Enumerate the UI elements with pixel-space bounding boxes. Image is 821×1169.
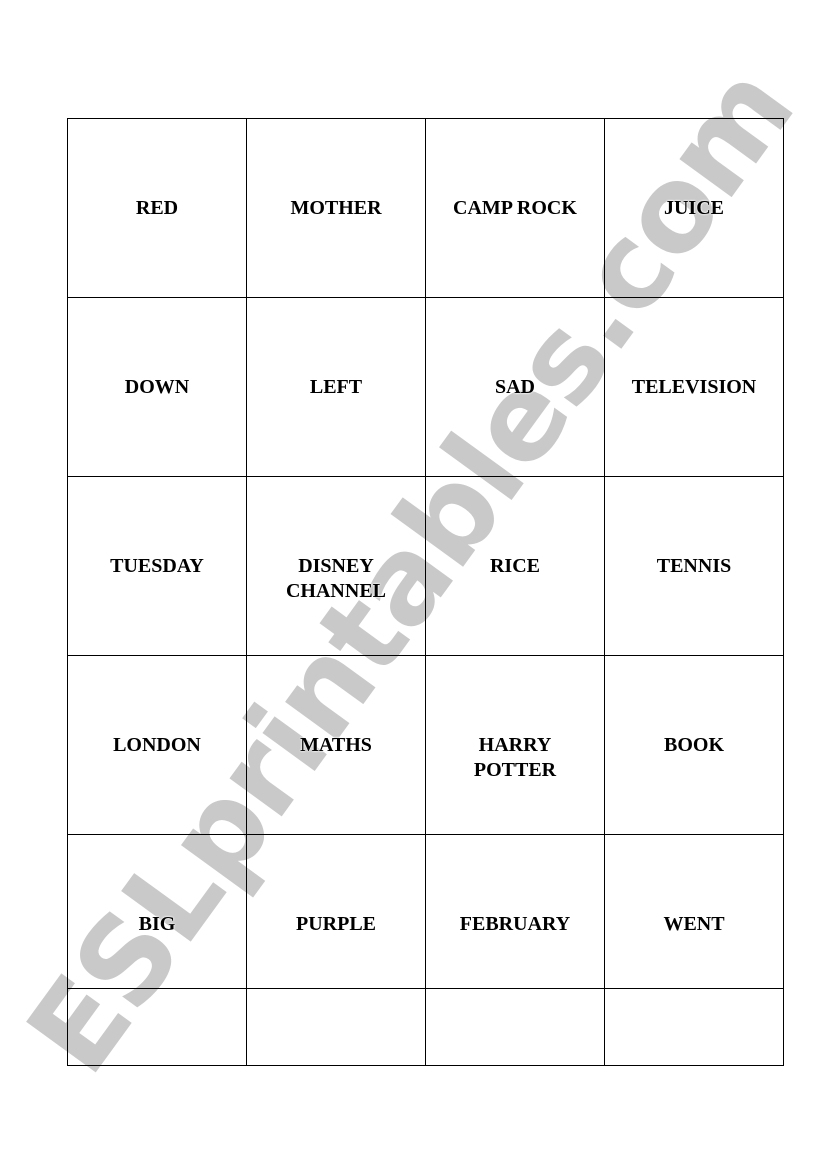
card-word: SAD [494, 376, 535, 398]
grid-row: TUESDAY DISNEY CHANNEL RICE TENNIS [67, 476, 784, 656]
word-card: MATHS [246, 655, 426, 835]
card-word: RICE [489, 555, 540, 577]
word-card: LONDON [67, 655, 247, 835]
card-word: WENT [663, 913, 725, 935]
word-card: RICE [425, 476, 605, 656]
word-card: FEBRUARY [425, 834, 605, 989]
word-card: BIG [67, 834, 247, 989]
word-card: MOTHER [246, 118, 426, 298]
empty-card [67, 988, 247, 1066]
empty-card [246, 988, 426, 1066]
word-card: RED [67, 118, 247, 298]
empty-card [425, 988, 605, 1066]
word-card: WENT [604, 834, 784, 989]
card-word: MOTHER [290, 197, 382, 219]
card-word: LEFT [309, 376, 363, 398]
word-card: TUESDAY [67, 476, 247, 656]
word-card: TELEVISION [604, 297, 784, 477]
card-word: DISNEY CHANNEL [285, 555, 386, 602]
word-card: JUICE [604, 118, 784, 298]
word-card: TENNIS [604, 476, 784, 656]
card-word: BIG [138, 913, 176, 935]
word-card: DISNEY CHANNEL [246, 476, 426, 656]
card-word: BOOK [663, 734, 724, 756]
empty-card [604, 988, 784, 1066]
word-card: SAD [425, 297, 605, 477]
grid-row: LONDON MATHS HARRY POTTER BOOK [67, 655, 784, 835]
word-card: PURPLE [246, 834, 426, 989]
word-card: CAMP ROCK [425, 118, 605, 298]
card-word: MATHS [300, 734, 372, 756]
grid-row: BIG PURPLE FEBRUARY WENT [67, 834, 784, 989]
card-word: HARRY POTTER [473, 734, 557, 781]
card-word: CAMP ROCK [453, 197, 577, 219]
card-word: JUICE [663, 197, 724, 219]
word-card: BOOK [604, 655, 784, 835]
word-card: DOWN [67, 297, 247, 477]
card-word: LONDON [113, 734, 201, 756]
card-word: PURPLE [296, 913, 376, 935]
card-word: TENNIS [656, 555, 732, 577]
card-word: TELEVISION [631, 376, 757, 398]
grid-row [67, 988, 784, 1066]
grid-row: RED MOTHER CAMP ROCK JUICE [67, 118, 784, 298]
card-word: TUESDAY [110, 555, 204, 577]
word-card: LEFT [246, 297, 426, 477]
word-card-grid: RED MOTHER CAMP ROCK JUICE DOWN LEFT SAD… [67, 118, 784, 1066]
word-card: HARRY POTTER [425, 655, 605, 835]
card-word: FEBRUARY [459, 913, 571, 935]
card-word: RED [135, 197, 179, 219]
grid-row: DOWN LEFT SAD TELEVISION [67, 297, 784, 477]
card-word: DOWN [124, 376, 190, 398]
